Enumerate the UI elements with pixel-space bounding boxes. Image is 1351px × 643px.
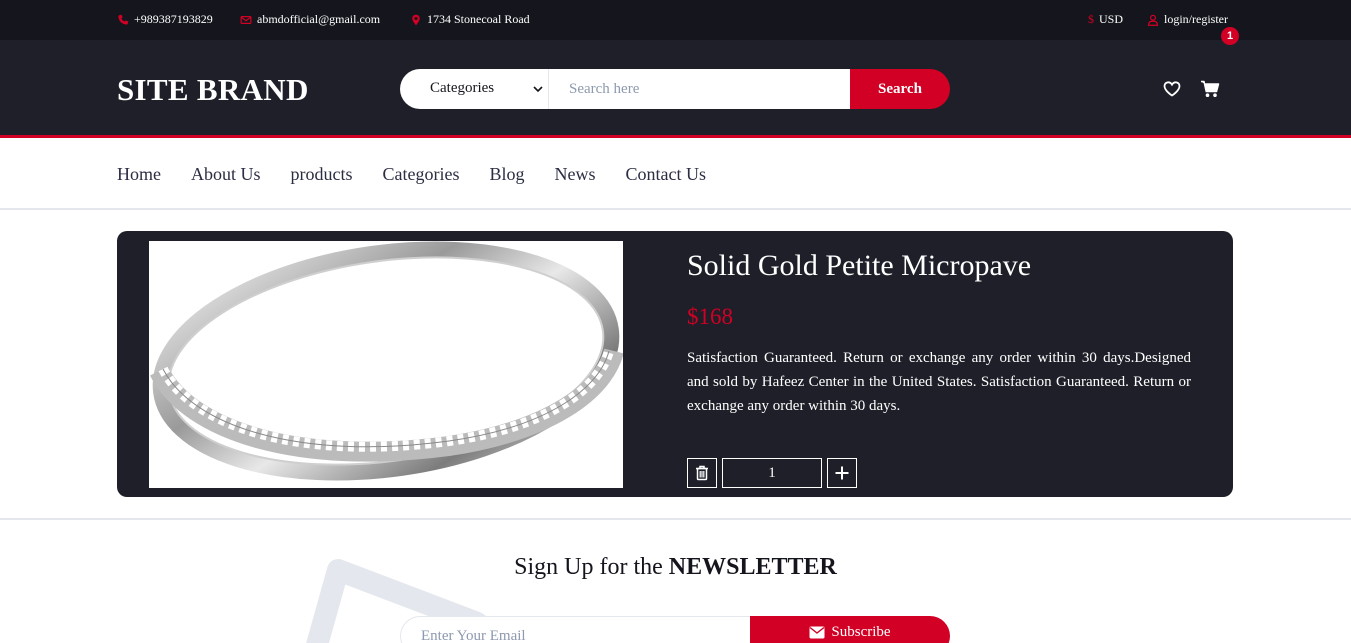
remove-item-button[interactable]: [687, 458, 717, 488]
heart-icon: [1163, 81, 1181, 97]
newsletter-section: Sign Up for the NEWSLETTER Subscribe: [0, 520, 1351, 643]
subscribe-button[interactable]: Subscribe: [750, 616, 950, 643]
wishlist-button[interactable]: [1163, 81, 1181, 97]
quantity-controls: [687, 458, 857, 488]
main-navigation: Home About Us products Categories Blog N…: [0, 141, 1351, 210]
currency-selector[interactable]: $ USD: [1088, 12, 1123, 27]
chevron-down-icon: [533, 86, 543, 93]
shopping-cart-icon: [1201, 80, 1220, 97]
nav-item-home[interactable]: Home: [117, 164, 161, 185]
plus-icon: [835, 466, 849, 480]
search-form: Categories Search: [400, 69, 950, 109]
dollar-icon: $: [1088, 12, 1094, 26]
category-select-value: Categories: [430, 80, 495, 96]
phone-link[interactable]: +989387193829: [117, 12, 213, 27]
email-link[interactable]: abmdofficial@gmail.com: [240, 12, 380, 27]
email-address: abmdofficial@gmail.com: [257, 12, 381, 26]
main-header: SITE BRAND Categories Search: [0, 40, 1351, 138]
nav-item-contact-us[interactable]: Contact Us: [626, 164, 707, 185]
category-select[interactable]: Categories: [400, 69, 549, 109]
address-text: 1734 Stonecoal Road: [427, 12, 530, 26]
newsletter-form: Subscribe: [400, 616, 950, 643]
newsletter-title: Sign Up for the NEWSLETTER: [0, 554, 1351, 581]
phone-number: +989387193829: [134, 12, 213, 26]
cart-count-badge: 1: [1221, 27, 1239, 45]
nav-item-products[interactable]: products: [291, 164, 353, 185]
cart-product-card: Solid Gold Petite Micropave $168 Satisfa…: [117, 231, 1233, 497]
search-button[interactable]: Search: [850, 69, 950, 109]
cart-button[interactable]: [1200, 80, 1220, 98]
increase-quantity-button[interactable]: [827, 458, 857, 488]
nav-item-news[interactable]: News: [555, 164, 596, 185]
product-description: Satisfaction Guaranteed. Return or excha…: [687, 350, 1191, 414]
top-bar: +989387193829 abmdofficial@gmail.com 173…: [0, 0, 1351, 40]
envelope-icon: [240, 13, 252, 27]
product-title: Solid Gold Petite Micropave: [687, 249, 1032, 282]
ring-image: [149, 241, 623, 488]
newsletter-email-input[interactable]: [400, 616, 750, 643]
trash-icon: [696, 465, 708, 481]
subscribe-label: Subscribe: [831, 623, 891, 640]
search-input[interactable]: [549, 69, 850, 109]
envelope-icon: [809, 626, 825, 638]
login-register-label: login/register: [1164, 12, 1228, 26]
site-logo[interactable]: SITE BRAND: [117, 72, 309, 108]
map-marker-icon: [410, 13, 422, 27]
user-icon: [1147, 13, 1159, 27]
quantity-input[interactable]: [722, 458, 822, 488]
nav-item-categories[interactable]: Categories: [383, 164, 460, 185]
newsletter-title-prefix: Sign Up for the: [514, 554, 669, 580]
newsletter-title-bold: NEWSLETTER: [668, 554, 837, 580]
product-price: $168: [687, 304, 733, 329]
nav-item-blog[interactable]: Blog: [490, 164, 525, 185]
address-link[interactable]: 1734 Stonecoal Road: [410, 12, 530, 27]
login-register-link[interactable]: login/register: [1147, 12, 1228, 27]
phone-icon: [117, 13, 129, 27]
currency-label: USD: [1099, 12, 1124, 26]
nav-item-about-us[interactable]: About Us: [191, 164, 261, 185]
